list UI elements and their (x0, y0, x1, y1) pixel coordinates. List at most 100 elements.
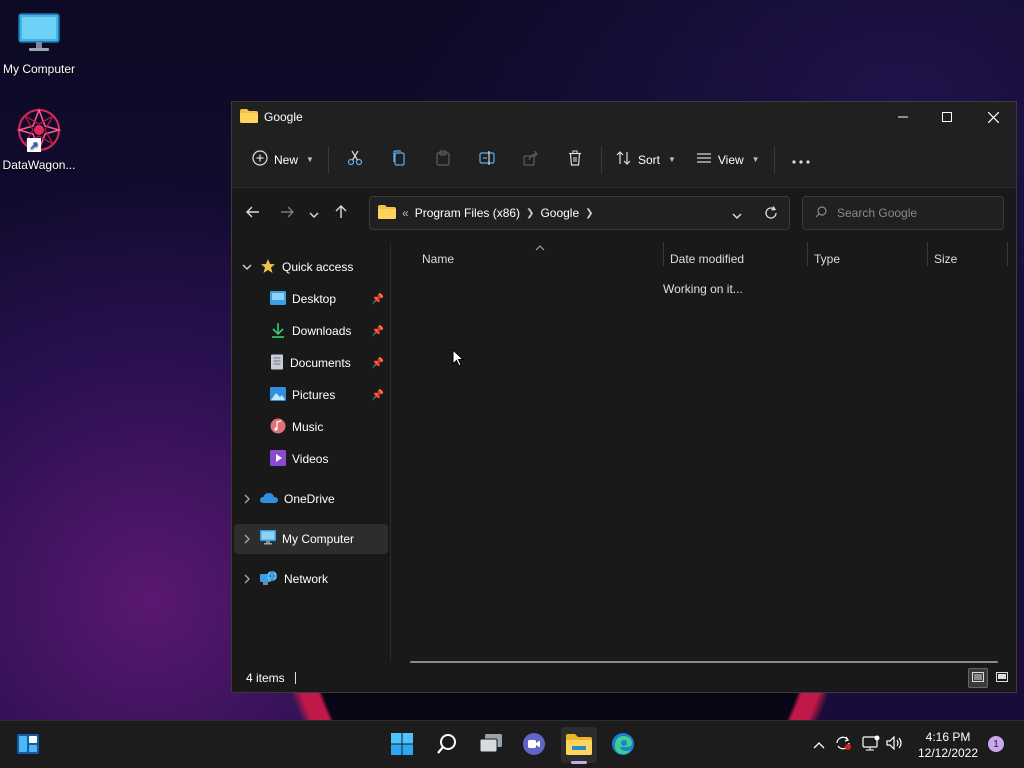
column-divider[interactable] (663, 242, 664, 266)
desktop-icon-label: My Computer (2, 62, 76, 76)
column-header-size[interactable]: Size (934, 248, 1006, 270)
new-button[interactable]: New ▼ (242, 144, 324, 176)
pin-icon[interactable]: 📌 (372, 390, 384, 401)
chevron-down-icon[interactable] (238, 264, 256, 270)
pin-icon[interactable]: 📌 (372, 358, 384, 369)
chevron-down-icon: ▼ (667, 155, 676, 164)
monitor-icon (260, 530, 276, 548)
task-view-button[interactable] (473, 727, 509, 763)
volume-button[interactable] (884, 733, 906, 755)
teams-chat-button[interactable] (516, 727, 552, 763)
desktop-icon-datawagon[interactable]: ↗ DataWagon... (0, 106, 78, 172)
clock-time: 4:16 PM (925, 730, 971, 744)
pin-icon[interactable]: 📌 (372, 326, 384, 337)
view-button[interactable]: View ▼ (686, 144, 770, 176)
sidebar-item-label: My Computer (282, 532, 355, 546)
cut-button[interactable] (333, 144, 377, 176)
desktop-icon-my-computer[interactable]: My Computer (0, 10, 78, 76)
chat-icon (522, 732, 546, 759)
column-divider[interactable] (927, 242, 928, 266)
folder-icon (240, 108, 258, 126)
forward-button[interactable] (272, 199, 302, 229)
sidebar-item-music[interactable]: Music (238, 412, 388, 442)
sidebar-item-onedrive[interactable]: OneDrive (238, 484, 388, 514)
title-bar[interactable]: Google (232, 102, 1016, 132)
datawagon-app-icon: ↗ (15, 106, 63, 154)
network-icon (260, 570, 278, 589)
sidebar-item-network[interactable]: Network (238, 564, 388, 594)
delete-button[interactable] (553, 144, 597, 176)
sidebar-item-quick-access[interactable]: Quick access (238, 252, 388, 282)
breadcrumb-google[interactable]: Google (540, 206, 579, 220)
thumbnail-view-icon (996, 671, 1008, 685)
search-taskbar-button[interactable] (429, 727, 465, 763)
chevron-right-icon[interactable] (238, 574, 256, 584)
status-bar: 4 items (232, 664, 1016, 692)
column-header-type[interactable]: Type (814, 248, 926, 270)
search-icon (436, 733, 458, 758)
network-status-button[interactable] (860, 733, 882, 755)
up-button[interactable] (326, 199, 356, 229)
sidebar-item-pictures[interactable]: Pictures 📌 (238, 380, 388, 410)
refresh-icon[interactable] (764, 206, 778, 223)
minimize-button[interactable] (880, 102, 926, 132)
edge-browser-button[interactable] (605, 727, 641, 763)
column-divider[interactable] (1007, 242, 1008, 266)
search-icon (815, 205, 827, 221)
sidebar-item-desktop[interactable]: Desktop 📌 (238, 284, 388, 314)
windows-logo-icon (390, 732, 414, 759)
clock-date: 12/12/2022 (917, 746, 979, 760)
search-box[interactable]: Search Google (802, 196, 1004, 230)
desktop-icon (270, 290, 286, 308)
address-dropdown-icon[interactable] (732, 208, 742, 222)
paste-button[interactable] (421, 144, 465, 176)
chevron-right-icon[interactable] (238, 534, 256, 544)
recent-locations-button[interactable] (302, 199, 326, 229)
sort-button[interactable]: Sort ▼ (606, 144, 686, 176)
sort-icon (616, 150, 632, 169)
rename-button[interactable] (465, 144, 509, 176)
pin-icon[interactable]: 📌 (372, 294, 384, 305)
breadcrumb-overflow[interactable]: « (402, 206, 409, 220)
sidebar-item-documents[interactable]: Documents 📌 (238, 348, 388, 378)
sidebar-item-downloads[interactable]: Downloads 📌 (238, 316, 388, 346)
share-button[interactable] (509, 144, 553, 176)
plus-circle-icon (252, 150, 268, 169)
toolbar-divider (600, 145, 602, 174)
back-button[interactable] (238, 199, 268, 229)
new-button-label: New (274, 152, 299, 167)
toolbar-divider (773, 145, 775, 174)
sidebar-item-label: Pictures (292, 388, 336, 402)
address-bar[interactable]: « Program Files (x86) ❯ Google ❯ (369, 196, 790, 230)
show-hidden-icons-button[interactable] (808, 733, 830, 755)
breadcrumb-program-files[interactable]: Program Files (x86) (415, 206, 520, 220)
network-monitor-icon (862, 735, 880, 754)
details-view-icon (972, 671, 984, 685)
sidebar-item-videos[interactable]: Videos (238, 444, 388, 474)
column-header-date-modified[interactable]: Date modified (670, 248, 808, 270)
file-explorer-taskbar-button[interactable] (561, 727, 597, 764)
shortcut-arrow-icon: ↗ (27, 138, 41, 152)
large-icons-view-button[interactable] (992, 668, 1012, 688)
more-options-button[interactable] (779, 144, 823, 176)
breadcrumb-chevron-icon[interactable]: ❯ (585, 208, 593, 219)
column-header-name[interactable]: Name (422, 248, 662, 270)
horizontal-scrollbar[interactable] (410, 661, 998, 663)
widgets-button[interactable] (10, 727, 46, 763)
item-count: 4 items (246, 671, 285, 685)
copy-button[interactable] (377, 144, 421, 176)
maximize-button[interactable] (924, 102, 970, 132)
start-button[interactable] (384, 727, 420, 763)
sync-status-button[interactable] (832, 733, 854, 755)
details-view-button[interactable] (968, 668, 988, 688)
breadcrumb-chevron-icon[interactable]: ❯ (526, 208, 534, 219)
close-button[interactable] (970, 102, 1016, 132)
clock[interactable]: 4:16 PM 12/12/2022 (912, 729, 984, 761)
sidebar-item-my-computer[interactable]: My Computer (234, 524, 388, 554)
column-divider[interactable] (807, 242, 808, 266)
active-app-indicator (571, 761, 587, 764)
taskbar: 4:16 PM 12/12/2022 1 (0, 720, 1024, 768)
notification-badge[interactable]: 1 (988, 736, 1004, 752)
sidebar-item-label: OneDrive (284, 492, 335, 506)
chevron-right-icon[interactable] (238, 494, 256, 504)
